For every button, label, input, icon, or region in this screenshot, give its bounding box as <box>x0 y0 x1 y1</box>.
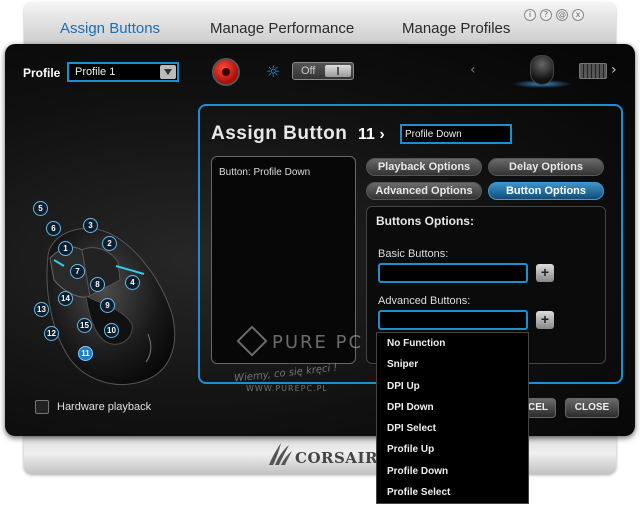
help-icon[interactable]: ? <box>540 9 552 21</box>
watermark-name: PURE PC <box>272 332 364 353</box>
tab-advanced-options[interactable]: Advanced Options <box>366 182 482 200</box>
close-button[interactable]: CLOSE <box>565 398 619 418</box>
lighting-toggle[interactable]: Off <box>292 62 354 80</box>
advanced-buttons-select[interactable] <box>378 310 528 330</box>
mouse-diagram: 5 6 3 1 2 7 4 8 14 9 13 15 12 10 11 <box>20 196 180 396</box>
buttons-options-title: Buttons Options: <box>376 214 474 228</box>
tab-playback-options[interactable]: Playback Options <box>366 158 482 176</box>
add-basic-button[interactable]: + <box>536 264 554 282</box>
dropdown-option-sniper[interactable]: Sniper <box>377 354 528 375</box>
mouse-button-8[interactable]: 8 <box>90 277 105 292</box>
mouse-button-14[interactable]: 14 <box>58 291 73 306</box>
chevron-down-icon[interactable] <box>160 65 176 79</box>
assign-button-title: Assign Button <box>211 123 348 144</box>
watermark-url: WWW.PUREPC.PL <box>246 384 328 393</box>
record-icon <box>222 68 230 76</box>
mouse-button-6[interactable]: 6 <box>46 221 61 236</box>
corsair-logo: CORSAIR <box>267 441 377 469</box>
mouse-button-7[interactable]: 7 <box>70 264 85 279</box>
dropdown-option-dpi-down[interactable]: DPI Down <box>377 397 528 418</box>
macro-text: Button: Profile Down <box>219 167 311 178</box>
hardware-playback-label: Hardware playback <box>57 401 152 413</box>
mouse-button-3[interactable]: 3 <box>83 218 98 233</box>
mouse-button-9[interactable]: 9 <box>100 298 115 313</box>
gaming-mouse-image <box>46 228 176 385</box>
toggle-knob[interactable] <box>325 65 351 77</box>
profile-value: Profile 1 <box>75 66 116 78</box>
profile-select[interactable]: Profile 1 <box>67 62 179 82</box>
tab-delay-options[interactable]: Delay Options <box>488 158 604 176</box>
mouse-button-11[interactable]: 11 <box>78 346 93 361</box>
window-controls: i ? @ x <box>524 9 584 21</box>
tab-manage-performance[interactable]: Manage Performance <box>210 20 354 37</box>
dropdown-option-profile-select[interactable]: Profile Select <box>377 482 528 503</box>
assign-button-number: 11 › <box>358 126 385 143</box>
toggle-label: Off <box>301 65 316 77</box>
mouse-button-10[interactable]: 10 <box>104 323 119 338</box>
mouse-button-13[interactable]: 13 <box>34 302 49 317</box>
advanced-buttons-label: Advanced Buttons: <box>378 295 471 307</box>
globe-icon[interactable]: @ <box>556 9 568 21</box>
dropdown-option-dpi-up[interactable]: DPI Up <box>377 376 528 397</box>
mouse-button-4[interactable]: 4 <box>125 275 140 290</box>
mouse-button-5[interactable]: 5 <box>33 201 48 216</box>
tab-manage-profiles[interactable]: Manage Profiles <box>402 20 510 37</box>
keyboard-device-icon[interactable] <box>579 63 607 79</box>
device-next-arrow[interactable]: › <box>611 62 617 78</box>
dropdown-option-dpi-select[interactable]: DPI Select <box>377 418 528 439</box>
dropdown-option-profile-up[interactable]: Profile Up <box>377 439 528 460</box>
brand-name: CORSAIR <box>295 449 378 467</box>
button-name-field[interactable]: Profile Down <box>400 124 512 144</box>
close-icon[interactable]: x <box>572 9 584 21</box>
mouse-button-12[interactable]: 12 <box>44 326 59 341</box>
info-icon[interactable]: i <box>524 9 536 21</box>
brightness-icon: ☼ <box>266 62 281 81</box>
profile-label: Profile <box>23 66 61 80</box>
add-advanced-button[interactable]: + <box>536 311 554 329</box>
mouse-button-2[interactable]: 2 <box>102 236 117 251</box>
mouse-button-1[interactable]: 1 <box>58 241 73 256</box>
dropdown-option-no-function[interactable]: No Function <box>377 333 528 354</box>
dropdown-option-profile-down[interactable]: Profile Down <box>377 461 528 482</box>
tab-button-options[interactable]: Button Options <box>488 182 604 200</box>
mouse-device-icon[interactable] <box>530 55 554 85</box>
hardware-playback-checkbox[interactable] <box>35 400 49 414</box>
corsair-sails-icon <box>269 443 292 465</box>
mouse-button-15[interactable]: 15 <box>77 318 92 333</box>
advanced-buttons-dropdown[interactable]: No Function Sniper DPI Up DPI Down DPI S… <box>376 332 529 504</box>
record-button[interactable] <box>212 58 240 86</box>
basic-buttons-label: Basic Buttons: <box>378 248 449 260</box>
basic-buttons-select[interactable] <box>378 263 528 283</box>
tab-assign-buttons[interactable]: Assign Buttons <box>60 20 160 37</box>
device-prev-arrow[interactable]: ‹ <box>470 62 476 78</box>
